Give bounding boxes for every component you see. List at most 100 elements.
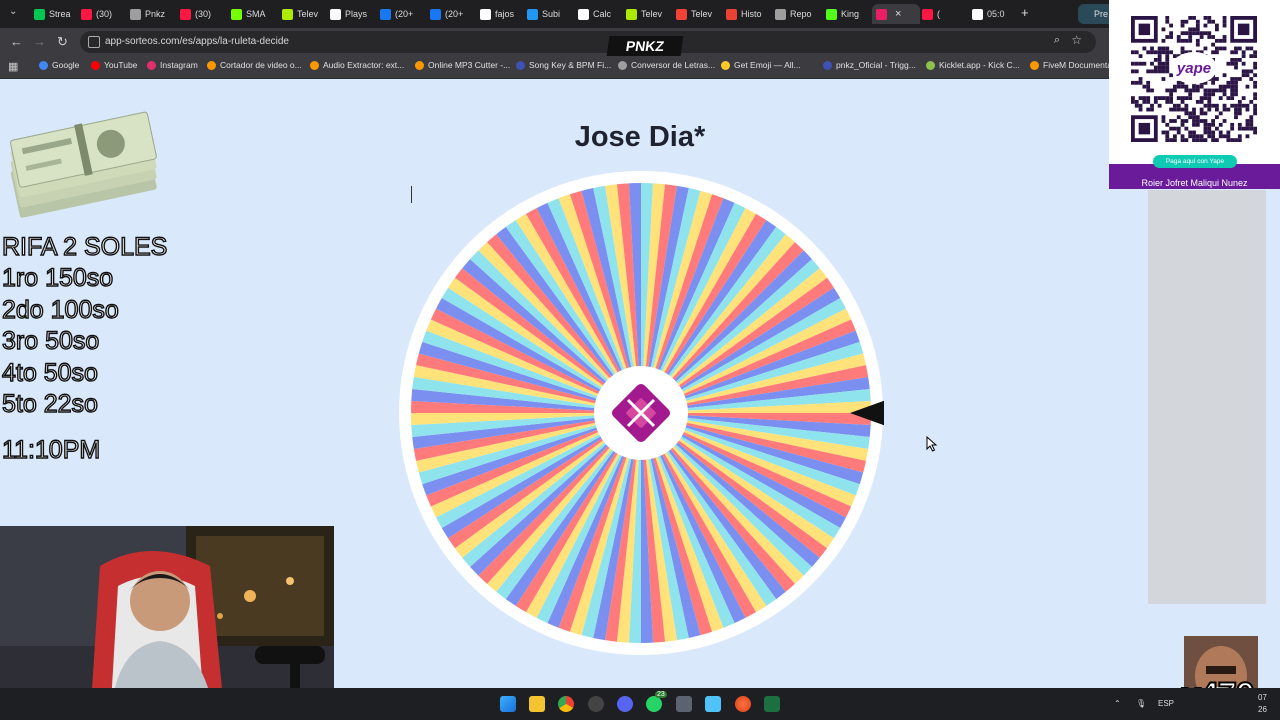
tab-label: Telev — [641, 9, 663, 19]
tab-favicon-icon — [480, 8, 491, 20]
site-info-icon[interactable] — [88, 36, 100, 48]
bookmark-favicon-icon — [39, 60, 48, 70]
calculator-icon[interactable] — [676, 696, 692, 712]
clock-bottom[interactable]: 26 — [1258, 705, 1267, 714]
bookmark-label: Online MP3 Cutter -... — [428, 60, 511, 70]
bookmark-item[interactable]: Conversor de Letras... — [618, 60, 715, 70]
tab-2[interactable]: (30) — [81, 4, 125, 24]
url-text[interactable]: app-sorteos.com/es/apps/la-ruleta-decide — [105, 36, 289, 47]
close-tab-icon[interactable]: × — [895, 8, 901, 20]
tab-18[interactable]: × — [872, 4, 920, 24]
bookmark-item[interactable]: Audio Extractor: ext... — [310, 60, 404, 70]
tab-right-label: Pre — [1094, 9, 1109, 19]
back-arrow-icon[interactable]: ← — [10, 34, 23, 49]
apps-grid-icon[interactable]: ▦ — [8, 60, 18, 73]
tab-14[interactable]: Telev — [676, 4, 720, 24]
tab-label: SMA — [246, 9, 266, 19]
tab-favicon-icon — [676, 8, 687, 20]
bookmark-label: pnkz_Oficial - Trigg... — [836, 60, 916, 70]
bookmark-favicon-icon — [721, 60, 730, 70]
bookmark-favicon-icon — [91, 60, 100, 70]
tab-favicon-icon — [180, 8, 191, 20]
bookmark-item[interactable]: Instagram — [147, 60, 198, 70]
tab-label: King — [841, 9, 860, 19]
tab-label: Subi — [542, 9, 561, 19]
bookmark-item[interactable]: Cortador de video o... — [207, 60, 302, 70]
tab-label: Telev — [691, 9, 713, 19]
bookmark-favicon-icon — [1030, 60, 1039, 70]
tab-11[interactable]: Subi — [527, 4, 571, 24]
tab-favicon-icon — [578, 8, 589, 20]
tab-label: fajos — [495, 9, 515, 19]
tab-favicon-icon — [775, 8, 786, 20]
bookmark-item[interactable]: Song Key & BPM Fi... — [516, 60, 611, 70]
bookmark-item[interactable]: YouTube — [91, 60, 137, 70]
bookmark-label: Conversor de Letras... — [631, 60, 716, 70]
tab-5[interactable]: SMA — [231, 4, 275, 24]
yape-logo: yape — [1171, 52, 1217, 84]
tab-favicon-icon — [876, 8, 887, 20]
address-bar[interactable]: app-sorteos.com/es/apps/la-ruleta-decide… — [80, 31, 1096, 53]
tab-favicon-icon — [826, 8, 837, 20]
notepad-icon[interactable] — [705, 696, 721, 712]
chrome-icon[interactable] — [558, 696, 574, 712]
page-title: Jose Dia* — [574, 121, 706, 153]
obs-icon[interactable] — [588, 696, 604, 712]
tab-favicon-icon — [972, 8, 983, 20]
bookmark-item[interactable]: Google — [39, 60, 79, 70]
tab-16[interactable]: Repo — [775, 4, 819, 24]
tab-label: Plays — [345, 9, 368, 19]
tab-17[interactable]: King — [826, 4, 870, 24]
tab-favicon-icon — [231, 8, 242, 20]
raffle-line-4: 3ro 50so — [1, 327, 100, 356]
windows-start-icon[interactable] — [500, 696, 516, 712]
forward-arrow-icon[interactable]: → — [33, 34, 46, 49]
tab-3[interactable]: Pnkz — [130, 4, 174, 24]
tab-7[interactable]: Plays — [330, 4, 374, 24]
tab-favicon-icon — [81, 8, 92, 20]
bookmark-item[interactable]: Online MP3 Cutter -... — [415, 60, 510, 70]
clock-top[interactable]: 07 — [1258, 693, 1267, 702]
tab-favicon-icon — [527, 8, 538, 20]
discord-icon[interactable] — [617, 696, 633, 712]
tab-4[interactable]: (30) — [180, 4, 224, 24]
bookmark-favicon-icon — [618, 60, 627, 70]
tab-6[interactable]: Telev — [282, 4, 326, 24]
tab-13[interactable]: Telev — [626, 4, 670, 24]
tab-9[interactable]: (20+ — [430, 4, 474, 24]
tab-12[interactable]: Calc — [578, 4, 622, 24]
bookmark-item[interactable]: Kicklet.app - Kick C... — [926, 60, 1020, 70]
bookmark-star-icon[interactable]: ☆ — [1071, 33, 1082, 47]
tab-20[interactable]: 05:0 — [972, 4, 1016, 24]
tab-1[interactable]: Strea — [34, 4, 78, 24]
bookmark-item[interactable]: pnkz_Oficial - Trigg... — [823, 60, 916, 70]
tab-8[interactable]: (20+ — [380, 4, 424, 24]
tab-list-chevron-icon[interactable]: ⌄ — [9, 6, 17, 17]
bookmark-item[interactable]: Get Emoji — All... — [721, 60, 801, 70]
new-tab-button[interactable]: + — [1021, 5, 1029, 20]
pnkz-logo: PNKZ — [606, 36, 684, 56]
zoom-icon[interactable]: ⌕ — [1054, 34, 1060, 47]
tab-label: Strea — [49, 9, 71, 19]
tab-label: (20+ — [445, 9, 464, 19]
bookmark-favicon-icon — [926, 60, 935, 70]
microphone-icon[interactable]: 🎙 — [1136, 699, 1146, 708]
spark-app-icon[interactable] — [735, 696, 751, 712]
whatsapp-icon[interactable] — [646, 696, 662, 712]
tray-chevron-icon[interactable]: ⌃ — [1114, 699, 1121, 708]
language-indicator[interactable]: ESP — [1158, 699, 1174, 708]
tab-15[interactable]: Histo — [726, 4, 770, 24]
yape-account-name: Roier Jofret Maliqui Nunez — [1141, 178, 1248, 188]
reload-icon[interactable]: ↻ — [57, 34, 68, 50]
excel-icon[interactable] — [764, 696, 780, 712]
bookmark-label: Get Emoji — All... — [734, 60, 801, 70]
tab-favicon-icon — [380, 8, 391, 20]
bookmarks-bar: ▦ Google YouTube Instagram Cortador de vide… — [0, 56, 1280, 79]
tab-favicon-icon — [726, 8, 737, 20]
roulette-wheel[interactable] — [398, 170, 884, 656]
file-explorer-icon[interactable] — [529, 696, 545, 712]
tab-19[interactable]: ( — [922, 4, 966, 24]
bookmark-label: Google — [52, 60, 80, 70]
tab-10[interactable]: fajos — [480, 4, 524, 24]
yape-qr-overlay: yape Roier Jofret Maliqui Nunez Paga aqu… — [1109, 0, 1280, 189]
